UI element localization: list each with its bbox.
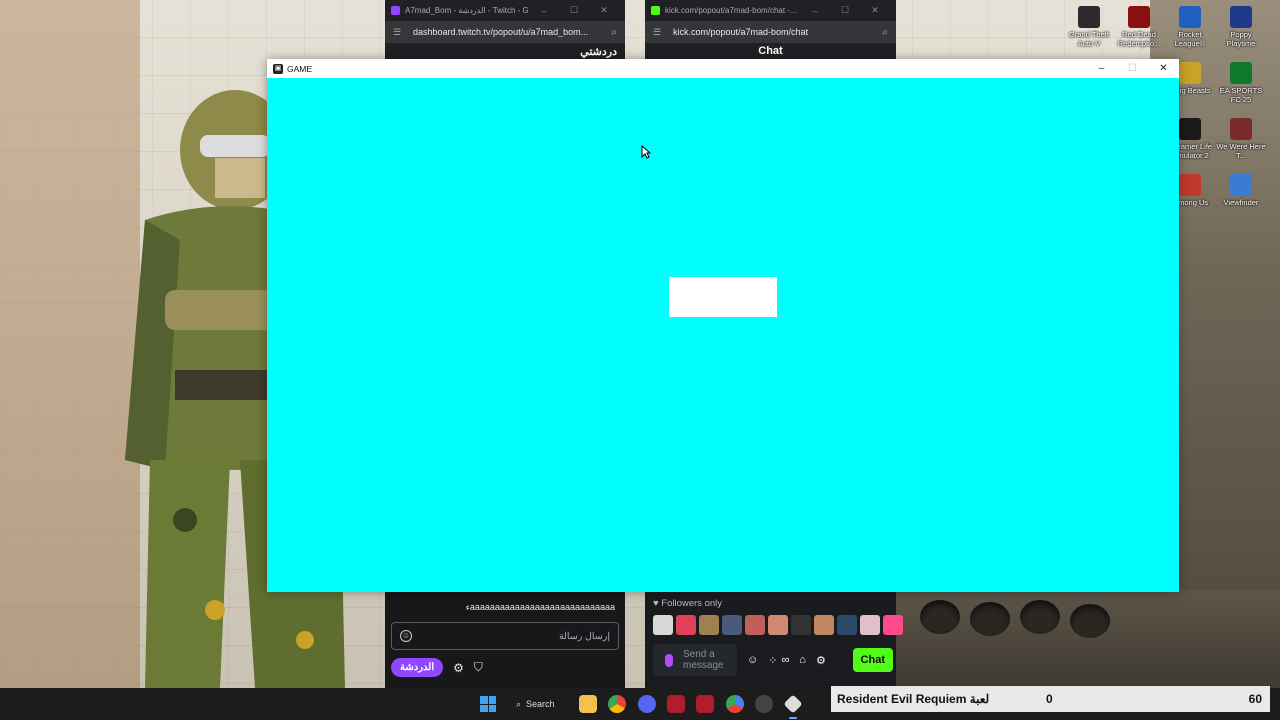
chat-message: ءaaaaaaaaaaaaaaaaaaaaaaaaaaaaa (465, 602, 615, 612)
kick-minimize-button[interactable]: – (800, 6, 830, 16)
twitch-chat-header: دردشتي (580, 45, 617, 58)
site-settings-icon[interactable]: ☰ (393, 27, 407, 38)
shield-icon[interactable]: ⛉ (474, 660, 483, 675)
red-dead-icon (1128, 6, 1150, 28)
desktop-icon-poppy-playtime[interactable]: Poppy Playtime (1216, 6, 1266, 48)
kick-maximize-button[interactable]: ☐ (830, 5, 860, 16)
kick-favicon-icon (651, 6, 660, 15)
emote-icon[interactable] (814, 615, 834, 635)
we-were-here-icon (1230, 118, 1252, 140)
twitch-favicon-icon (391, 6, 400, 15)
zoom-icon[interactable]: ⌕ (611, 27, 617, 38)
followers-only-label: ♥ Followers only (653, 598, 722, 609)
emote-icon[interactable] (676, 615, 696, 635)
twitch-maximize-button[interactable]: ☐ (559, 5, 589, 16)
gear-icon[interactable]: ⚙ (453, 661, 464, 675)
overlay-game-name: Resident Evil Requiem لعبة (837, 692, 990, 706)
desktop-icon-we-were-here[interactable]: We Were Here T... (1216, 118, 1266, 160)
kick-titlebar[interactable]: kick.com/popout/a7mad-bom/chat -... – ☐ … (645, 0, 896, 21)
viewfinder-icon (1230, 174, 1252, 196)
twitch-chat-input-area: ءaaaaaaaaaaaaaaaaaaaaaaaaaaaaa ☺ إرسال ر… (385, 592, 625, 688)
site-settings-icon[interactable]: ☰ (653, 27, 667, 38)
wallpaper-machinery-lower (895, 590, 1280, 688)
unity-game-icon[interactable] (783, 694, 803, 714)
kick-message-input[interactable]: Send a message (653, 644, 737, 676)
twitch-chat-button[interactable]: الدردشة (391, 658, 444, 677)
emote-icon[interactable] (791, 615, 811, 635)
windows-start-icon[interactable] (480, 696, 496, 712)
emoji-icon[interactable]: ☺ (747, 654, 758, 666)
emote-bar (653, 615, 903, 635)
infinity-icon[interactable]: ∞ (781, 654, 789, 666)
twitch-close-button[interactable]: ✕ (589, 5, 619, 16)
emote-icon[interactable] (699, 615, 719, 635)
file-explorer-icon[interactable] (579, 695, 597, 713)
app-a-icon[interactable] (667, 695, 685, 713)
emote-icon[interactable] (768, 615, 788, 635)
game-app-icon: ▣ (273, 63, 283, 74)
mouse-cursor-icon (641, 145, 651, 159)
emoji-icon[interactable]: ☺ (400, 630, 412, 642)
gta-v-icon (1078, 6, 1100, 28)
beasts-icon (1179, 62, 1201, 84)
emote-icon[interactable] (653, 615, 673, 635)
poppy-playtime-icon (1230, 6, 1252, 28)
gear-icon[interactable]: ⚙ (816, 654, 826, 667)
game-window[interactable]: ▣ GAME – ☐ ✕ (267, 59, 1179, 592)
kick-chat-input-area: ♥ Followers only Send a message ☺ ⁘ ∞ ⌂ ⚙… (645, 592, 903, 688)
dots-icon[interactable]: ⁘ (768, 654, 777, 667)
game-canvas[interactable] (267, 78, 1179, 592)
store-icon[interactable]: ⌂ (799, 654, 806, 666)
stream-overlay-bar: Resident Evil Requiem لعبة 0 60 (831, 686, 1270, 712)
emote-icon[interactable] (837, 615, 857, 635)
twitch-chat-window[interactable]: A7mad_Bom - الدردشة - Twitch - Go... – ☐… (385, 0, 625, 59)
rocket-league-icon (1179, 6, 1201, 28)
desktop-icon-gta-v[interactable]: Grand Theft Auto V (1064, 6, 1114, 48)
search-icon: ⌕ (516, 698, 522, 709)
chrome-icon[interactable] (608, 695, 626, 713)
emote-icon[interactable] (745, 615, 765, 635)
obs-icon[interactable] (755, 695, 773, 713)
app-b-icon[interactable] (696, 695, 714, 713)
taskbar-search-button[interactable]: ⌕ Search (510, 694, 561, 714)
kick-chat-header: Chat (758, 45, 783, 57)
kick-chat-window[interactable]: kick.com/popout/a7mad-bom/chat -... – ☐ … (645, 0, 896, 59)
streamer-life-icon (1179, 118, 1201, 140)
among-us-icon (1179, 174, 1201, 196)
game-white-rectangle[interactable] (669, 277, 777, 317)
close-button[interactable]: ✕ (1148, 59, 1179, 78)
twitch-titlebar[interactable]: A7mad_Bom - الدردشة - Twitch - Go... – ☐… (385, 0, 625, 21)
ea-fc25-icon (1230, 62, 1252, 84)
game-titlebar[interactable]: ▣ GAME – ☐ ✕ (267, 59, 1179, 78)
game-window-title: GAME (287, 63, 313, 74)
desktop-icon-rocket-league[interactable]: Rocket League® (1165, 6, 1215, 48)
maximize-button[interactable]: ☐ (1117, 59, 1148, 78)
mic-icon[interactable] (665, 653, 673, 667)
chrome-profile-icon[interactable] (726, 695, 744, 713)
kick-close-button[interactable]: ✕ (860, 5, 890, 16)
emote-icon[interactable] (722, 615, 742, 635)
discord-icon[interactable] (638, 695, 656, 713)
emote-icon[interactable] (883, 615, 903, 635)
twitch-message-input[interactable]: ☺ إرسال رسالة (391, 622, 619, 650)
desktop-icon-viewfinder[interactable]: Viewfinder (1216, 174, 1266, 207)
desktop-icon-ea-fc25[interactable]: EA SPORTS FC 25 (1216, 62, 1266, 104)
minimize-button[interactable]: – (1086, 59, 1117, 78)
overlay-count: 0 (1046, 692, 1053, 706)
zoom-icon[interactable]: ⌕ (882, 27, 888, 38)
twitch-address-bar[interactable]: ☰ dashboard.twitch.tv/popout/u/a7mad_bom… (385, 21, 625, 43)
overlay-fps: 60 (1248, 692, 1262, 706)
kick-chat-button[interactable]: Chat (852, 648, 893, 672)
twitch-minimize-button[interactable]: – (529, 6, 559, 16)
active-app-indicator (789, 717, 797, 719)
kick-address-bar[interactable]: ☰ kick.com/popout/a7mad-bom/chat ⌕ (645, 21, 896, 43)
emote-icon[interactable] (860, 615, 880, 635)
desktop-icon-red-dead[interactable]: Red Dead Redemptio... (1114, 6, 1164, 48)
